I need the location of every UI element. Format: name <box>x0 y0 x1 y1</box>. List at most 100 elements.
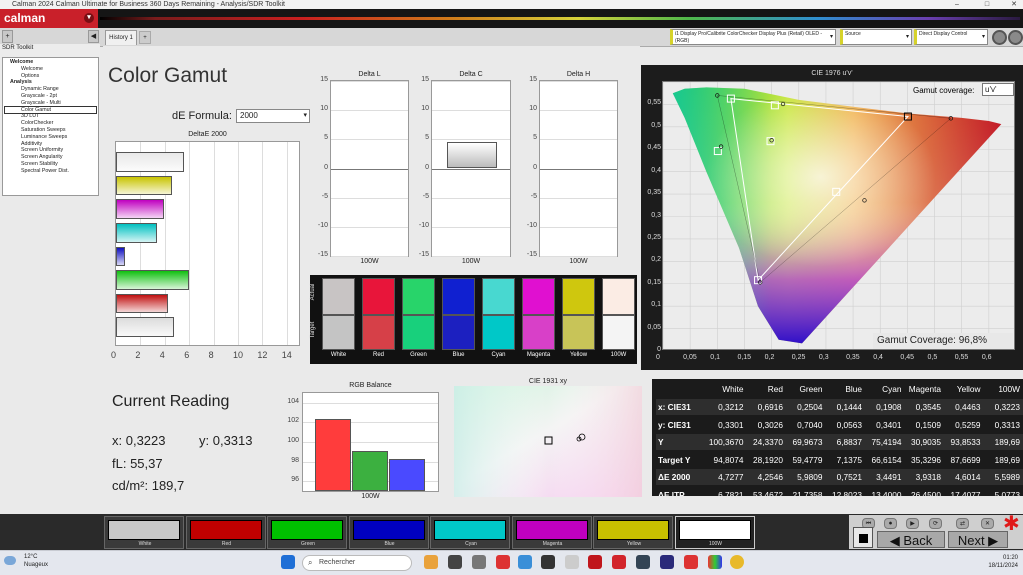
loop-icon[interactable]: ⟳ <box>929 518 942 529</box>
sidebar-item-color-gamut[interactable]: Color Gamut <box>4 105 97 115</box>
patch-button-100w[interactable]: 100W <box>674 516 755 549</box>
settings-icon[interactable] <box>992 30 1007 45</box>
delta-l-chart <box>330 80 409 257</box>
table-cell: 0,3223 <box>994 402 1020 412</box>
cie-xtick: 0,15 <box>737 354 752 361</box>
sidebar-item-dynamic-range[interactable]: Dynamic Range <box>5 86 96 93</box>
collapse-icon[interactable]: ◀ <box>88 30 99 43</box>
deltae-gridline <box>213 142 215 345</box>
tab-history-1[interactable]: History 1 <box>105 30 137 45</box>
meter-selector[interactable]: i1 Display Pro/Calibrite ColorChecker Di… <box>670 29 836 45</box>
table-column-header: Green <box>799 384 823 394</box>
reading-cdm2: cd/m²: 189,7 <box>112 478 185 493</box>
app-icon[interactable] <box>565 555 579 569</box>
stop-button[interactable] <box>853 527 873 548</box>
delta-gridline <box>540 168 617 170</box>
sidebar-item-additivity[interactable]: Additivity <box>5 141 96 148</box>
asterisk-icon[interactable]: ✱ <box>1003 511 1020 536</box>
swatch-actual-green <box>402 278 435 315</box>
patch-color <box>597 520 669 540</box>
next-label: Next <box>957 533 985 548</box>
back-button[interactable]: ◀ Back <box>877 531 945 548</box>
app-icon[interactable] <box>518 555 532 569</box>
sidebar-item-spectral-power-dist-[interactable]: Spectral Power Dist. <box>5 168 96 175</box>
delta-gridline <box>540 139 617 141</box>
start-icon[interactable] <box>281 555 295 569</box>
chrome-icon[interactable] <box>730 555 744 569</box>
workflow-tree: Welcome Welcome Options Analysis Dynamic Ran… <box>2 57 99 196</box>
clock[interactable]: 01:20 18/11/2024 <box>980 554 1018 570</box>
patch-button-magenta[interactable]: Magenta <box>511 516 592 549</box>
delta-ytick: -10 <box>526 221 537 229</box>
swatch-label: 100W <box>610 352 627 358</box>
reading-x: x: 0,3223 <box>112 433 166 448</box>
weather-widget[interactable]: 12°C Nuageux <box>4 553 48 569</box>
patch-button-white[interactable]: White <box>104 516 184 549</box>
app-icon[interactable] <box>612 555 626 569</box>
app-icon[interactable] <box>472 555 486 569</box>
patch-label: Cyan <box>465 541 477 547</box>
play-icon[interactable]: ▶ <box>906 518 919 529</box>
delta-h-title: Delta H <box>566 71 591 78</box>
delete-icon[interactable]: ✕ <box>981 518 994 529</box>
sidebar-item-grayscale-multi[interactable]: Grayscale - Multi <box>5 100 96 107</box>
rgb-bar-r <box>315 419 351 491</box>
sync-icon[interactable]: ⇄ <box>956 518 969 529</box>
display-selector[interactable]: Direct Display Control ▾ <box>914 29 988 45</box>
gamut-coverage-select[interactable]: u'v' <box>982 83 1014 96</box>
de-formula-select[interactable]: 2000 ▾ <box>236 109 310 123</box>
patch-button-red[interactable]: Red <box>185 516 266 549</box>
swatch-label: Cyan <box>491 352 506 358</box>
table-cell: 0,5259 <box>955 419 981 430</box>
cie-ytick: 0,3 <box>651 211 661 219</box>
app-icon[interactable] <box>588 555 602 569</box>
sidebar-item-screen-stability[interactable]: Screen Stability <box>5 161 96 168</box>
add-tab-button[interactable]: + <box>139 31 151 44</box>
table-cell: 75,4194 <box>871 437 902 447</box>
app-icon[interactable] <box>660 555 674 569</box>
sidebar-item-3d-lut[interactable]: 3D LUT <box>5 113 96 120</box>
maximize-button[interactable]: □ <box>982 0 992 9</box>
deltae-xtick: 2 <box>135 350 141 360</box>
app-icon[interactable] <box>541 555 555 569</box>
sidebar-item-saturation-sweeps[interactable]: Saturation Sweeps <box>5 127 96 134</box>
table-column-header: 100W <box>998 384 1020 394</box>
delta-gridline <box>540 226 617 228</box>
sidebar-item-luminance-sweeps[interactable]: Luminance Sweeps <box>5 134 96 141</box>
patch-button-green[interactable]: Green <box>267 516 347 549</box>
app-icon[interactable] <box>496 555 510 569</box>
app-icon[interactable] <box>684 555 698 569</box>
next-button[interactable]: Next ▶ <box>948 531 1008 548</box>
reading-fl: fL: 55,37 <box>112 456 163 471</box>
sidebar-item-options[interactable]: Options <box>5 73 96 80</box>
patch-button-yellow[interactable]: Yellow <box>593 516 673 549</box>
refresh-icon[interactable] <box>1008 30 1023 45</box>
patch-button-blue[interactable]: Blue <box>348 516 429 549</box>
sidebar-item-colorchecker[interactable]: ColorChecker <box>5 120 96 127</box>
calman-taskbar-icon[interactable] <box>708 555 722 569</box>
sidebar-item-welcome[interactable]: Welcome <box>5 59 96 66</box>
app-icon[interactable] <box>636 555 650 569</box>
explorer-icon[interactable] <box>424 555 438 569</box>
minimize-button[interactable]: – <box>952 0 962 9</box>
reading-y: y: 0,3313 <box>199 433 253 448</box>
table-cell: 0,1908 <box>876 402 902 412</box>
app-icon[interactable] <box>448 555 462 569</box>
deltae-gridline <box>238 142 239 345</box>
sidebar-item-analysis[interactable]: Analysis <box>5 79 96 86</box>
capture-icon[interactable]: ⏺ <box>884 518 897 529</box>
patch-label: Blue <box>384 541 395 547</box>
sidebar-item-welcome[interactable]: Welcome <box>5 66 96 73</box>
plus-icon[interactable]: + <box>2 30 13 43</box>
cie-xtick: 0,35 <box>846 354 860 361</box>
patch-color <box>434 520 506 540</box>
sidebar-item-screen-uniformity[interactable]: Screen Uniformity <box>5 147 96 154</box>
source-selector[interactable]: Source ▾ <box>840 29 912 45</box>
sidebar-item-screen-angularity[interactable]: Screen Angularity <box>5 154 96 161</box>
patch-button-cyan[interactable]: Cyan <box>430 516 510 549</box>
close-button[interactable]: ✕ <box>1009 0 1019 9</box>
taskbar-search[interactable]: ⌕ Rechercher <box>302 555 412 571</box>
sidebar-item-grayscale-2pt[interactable]: Grayscale - 2pt <box>5 93 96 100</box>
chevron-down-icon: ▾ <box>829 34 833 40</box>
calman-logo[interactable]: calman ▾ <box>0 9 98 28</box>
